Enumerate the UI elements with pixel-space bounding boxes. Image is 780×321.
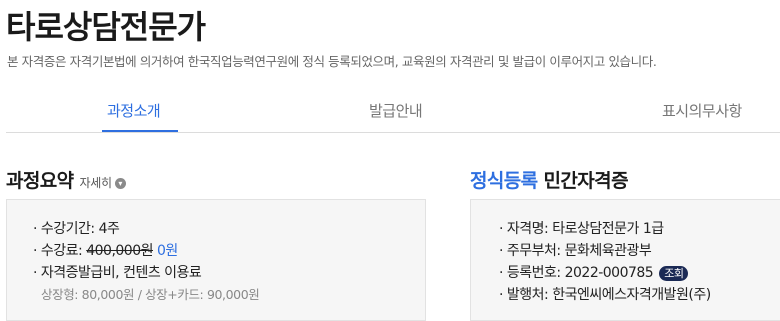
detail-link-label: 자세히 — [79, 176, 113, 190]
period-label: · 수강기간: — [33, 221, 99, 237]
fee-line: · 수강료: 400,000원 0원 — [33, 240, 178, 260]
extra-fee-note: 상장형: 80,000원 / 상장+카드: 90,000원 — [41, 287, 260, 302]
cert-name-line: · 자격명: 타로상담전문가 1급 — [499, 221, 664, 237]
fee-discounted: 0원 — [156, 243, 178, 259]
reg-label: · 등록번호: — [499, 265, 565, 281]
summary-title: 과정요약 — [6, 170, 74, 192]
tab-disclosure[interactable]: 표시의무사항 — [662, 100, 742, 121]
lookup-button[interactable]: 조회 — [659, 265, 689, 281]
reg-number: 2022-000785 — [564, 265, 654, 281]
tab-bar: 과정소개 발급안내 표시의무사항 — [6, 92, 780, 133]
cert-issuer-line: · 발행처: 한국엔씨에스자격개발원(주) — [499, 287, 711, 303]
period-value: 4주 — [98, 221, 120, 237]
cert-ministry-line: · 주무부처: 문화체육관광부 — [499, 243, 652, 259]
summary-box: · 수강기간: 4주 · 수강료: 400,000원 0원 · 자격증발급비, … — [6, 199, 426, 321]
certificate-title-accent: 정식등록 — [470, 170, 538, 192]
tab-issuance-guide[interactable]: 발급안내 — [369, 100, 423, 121]
detail-link[interactable]: 자세히 ▾ — [80, 176, 126, 190]
page-title: 타로상담전문가 — [6, 8, 206, 46]
chevron-down-icon: ▾ — [114, 178, 126, 189]
certificate-heading: 정식등록 민간자격증 — [470, 166, 629, 193]
fee-original: 400,000원 — [86, 243, 153, 259]
period-line: · 수강기간: 4주 — [33, 218, 120, 238]
active-tab-indicator — [102, 130, 178, 132]
certificate-box: · 자격명: 타로상담전문가 1급 · 주무부처: 문화체육관광부 · 등록번호… — [470, 199, 780, 321]
summary-heading: 과정요약 자세히 ▾ — [6, 166, 126, 193]
extra-fee-line: · 자격증발급비, 컨텐츠 이용료 — [33, 265, 202, 281]
certificate-title-rest: 민간자격증 — [537, 170, 629, 192]
page-subtitle: 본 자격증은 자격기본법에 의거하여 한국직업능력연구원에 정식 등록되었으며,… — [7, 54, 657, 69]
fee-label: · 수강료: — [33, 243, 87, 259]
cert-reg-line: · 등록번호: 2022-000785 조회 — [499, 262, 689, 282]
tab-course-intro[interactable]: 과정소개 — [107, 100, 161, 121]
